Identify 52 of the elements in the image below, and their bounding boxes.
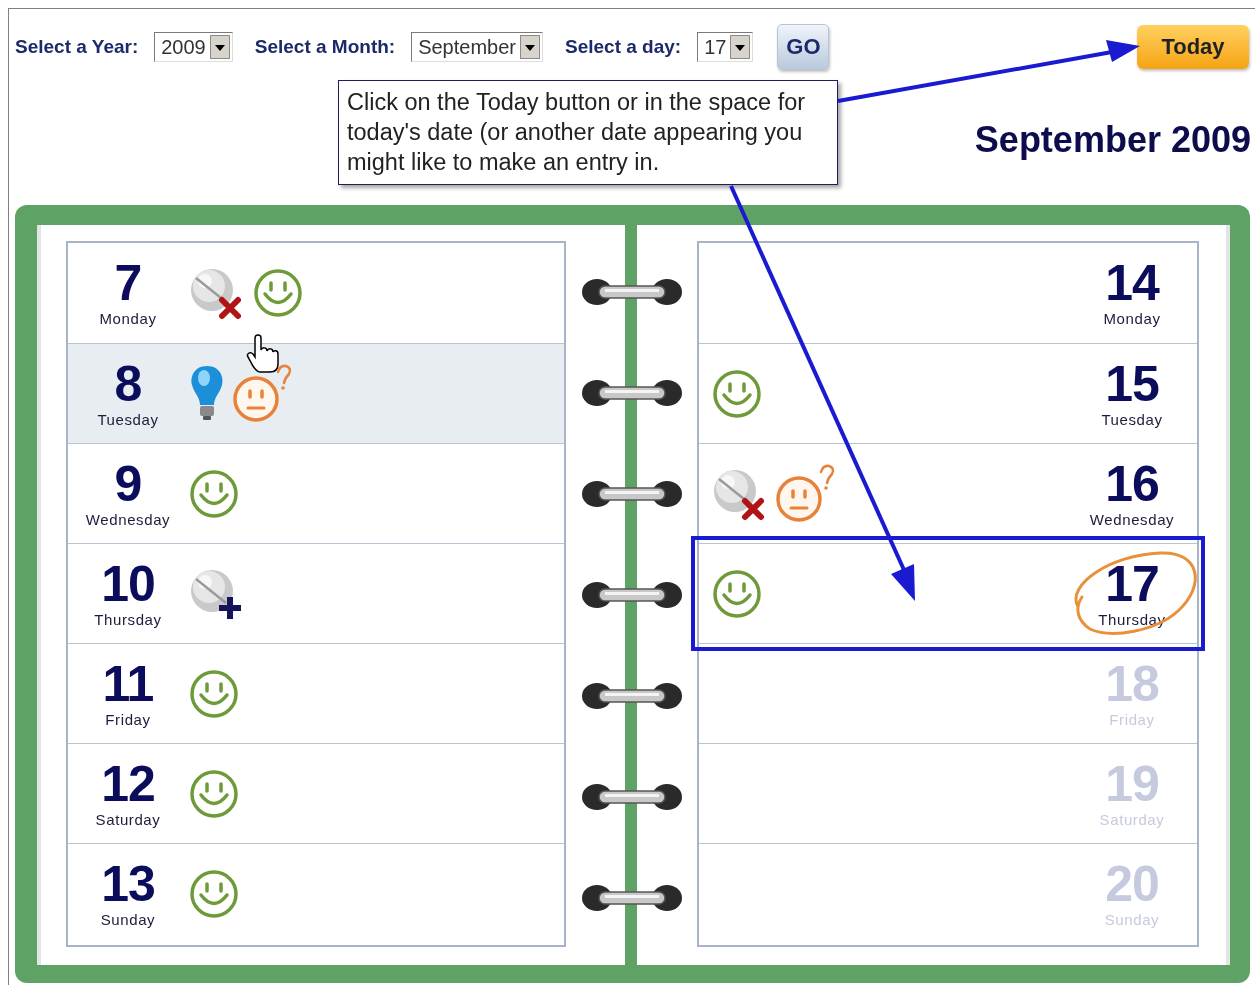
day-number: 9 xyxy=(114,458,142,509)
weekday-label: Tuesday xyxy=(97,411,159,429)
weekday-label: Thursday xyxy=(94,611,162,629)
caret-icon xyxy=(730,35,751,59)
smiley-icon xyxy=(711,567,763,620)
smiley-icon xyxy=(188,767,240,820)
day-number: 10 xyxy=(101,558,155,609)
smiley-icon xyxy=(188,667,240,720)
day-number: 17 xyxy=(1105,558,1159,609)
month-dropdown[interactable]: September xyxy=(411,32,543,62)
weekday-label: Wednesday xyxy=(85,511,171,529)
weekday-label: Monday xyxy=(99,311,157,328)
day-number: 8 xyxy=(114,358,142,409)
weekday-label: Tuesday xyxy=(1101,411,1163,429)
confused-face-icon xyxy=(775,462,837,525)
day-number: 7 xyxy=(114,258,142,309)
weekday-label: Friday xyxy=(1109,711,1155,729)
day-number: 13 xyxy=(101,858,155,909)
weekday-label: Thursday xyxy=(1098,611,1166,629)
dropdown-label: Select a Month: xyxy=(254,36,396,58)
month-title: September 2009 xyxy=(974,119,1251,161)
caret-icon xyxy=(520,35,540,59)
weekday-label: Friday xyxy=(105,711,151,729)
weekday-label: Saturday xyxy=(1099,811,1165,829)
weekday-label: Sunday xyxy=(100,911,156,929)
weekday-label: Monday xyxy=(1103,311,1161,328)
day-number: 19 xyxy=(1105,758,1159,809)
smiley-icon xyxy=(188,467,240,520)
day-number: 15 xyxy=(1105,358,1159,409)
day-number: 20 xyxy=(1105,858,1159,909)
dropdown-label: Select a Year: xyxy=(15,36,139,58)
day-number: 14 xyxy=(1105,258,1159,309)
day-number: 16 xyxy=(1105,458,1159,509)
smiley-icon xyxy=(188,867,240,920)
day-number: 11 xyxy=(102,658,154,709)
day-number: 12 xyxy=(101,758,155,809)
day-number: 18 xyxy=(1105,658,1159,709)
caret-icon xyxy=(209,35,230,59)
day-dropdown[interactable]: 17 xyxy=(697,32,754,62)
dropdown-label: Select a day: xyxy=(565,36,682,58)
today-button[interactable]: Today xyxy=(1137,25,1249,69)
weekday-label: Saturday xyxy=(95,811,161,829)
weekday-label: Wednesday xyxy=(1089,511,1175,529)
callout-note: Click on the Today button or in the space for today's date (or another date appearing you might like to make an entry in. xyxy=(338,80,838,185)
hand-cursor-icon xyxy=(246,334,279,373)
go-button[interactable]: GO xyxy=(777,24,830,70)
weekday-label: Sunday xyxy=(1104,911,1160,929)
year-dropdown[interactable]: 2009 xyxy=(154,32,233,62)
smiley-icon xyxy=(252,267,304,319)
day-row-highlighted[interactable]: 8 Tuesday xyxy=(68,344,564,443)
confused-face-icon xyxy=(232,362,294,425)
smiley-icon xyxy=(711,367,763,420)
